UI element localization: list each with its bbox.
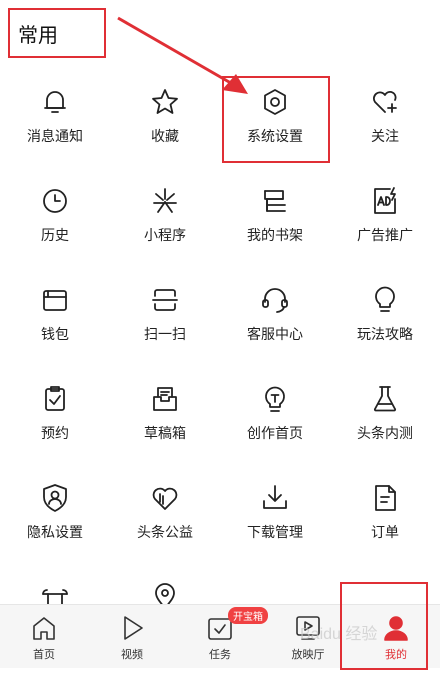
- grid-item-label: 头条公益: [137, 525, 193, 541]
- grid-item-notifications[interactable]: 消息通知: [0, 78, 110, 177]
- tab-label: 我的: [385, 648, 407, 661]
- grid-item-charity[interactable]: 头条公益: [110, 474, 220, 573]
- heart-plus-icon: [369, 86, 401, 118]
- grid-item-system-settings[interactable]: 系统设置: [220, 78, 330, 177]
- grid-item-label: 小程序: [144, 228, 186, 244]
- star-icon: [149, 86, 181, 118]
- ad-icon: [369, 185, 401, 217]
- grid-item-history[interactable]: 历史: [0, 177, 110, 276]
- grid-item-mini-programs[interactable]: 小程序: [110, 177, 220, 276]
- grid-item-label: 我的书架: [247, 228, 303, 244]
- document-icon: [369, 482, 401, 514]
- grid-item-label: 头条内测: [357, 426, 413, 442]
- clock-icon: [39, 185, 71, 217]
- section-header-box: 常用: [8, 8, 106, 58]
- location-pin-icon: [149, 580, 181, 604]
- grid-item-label: 隐私设置: [27, 525, 83, 541]
- grid-item-privacy-settings[interactable]: 隐私设置: [0, 474, 110, 573]
- tab-home[interactable]: 首页: [0, 605, 88, 668]
- tab-label: 视频: [121, 648, 143, 661]
- profile-icon: [381, 613, 411, 643]
- treasure-box-badge: 开宝箱: [228, 607, 268, 624]
- grid-item-gameplay-guide[interactable]: 玩法攻略: [330, 276, 440, 375]
- bulb-t-icon: [259, 383, 291, 415]
- grid-item-label: 关注: [371, 129, 399, 145]
- grid-item-label: 扫一扫: [144, 327, 186, 343]
- grid-item-download-manager[interactable]: 下载管理: [220, 474, 330, 573]
- grid-item-label: 客服中心: [247, 327, 303, 343]
- grid-item-label: 历史: [41, 228, 69, 244]
- grid-item-reservations[interactable]: 预约: [0, 375, 110, 474]
- section-title: 常用: [18, 22, 58, 47]
- bottom-tab-bar: 首页 视频 任务 开宝箱 放映厅 我的: [0, 604, 440, 668]
- bookshelf-icon: [259, 185, 291, 217]
- grid-item-label: 创作首页: [247, 426, 303, 442]
- mini-program-icon: [149, 185, 181, 217]
- bell-icon: [39, 86, 71, 118]
- grid-item-label: 钱包: [41, 327, 69, 343]
- tab-label: 首页: [33, 648, 55, 661]
- tab-theater[interactable]: 放映厅: [264, 605, 352, 668]
- tab-tasks[interactable]: 任务 开宝箱: [176, 605, 268, 668]
- scan-icon: [149, 284, 181, 316]
- drafts-icon: [149, 383, 181, 415]
- grid-item-wallet[interactable]: 钱包: [0, 276, 110, 375]
- theater-icon: [293, 613, 323, 643]
- partial-grid-row: [0, 576, 440, 604]
- tab-label: 任务: [209, 648, 231, 661]
- grid-item-orders[interactable]: 订单: [330, 474, 440, 573]
- gear-icon: [259, 86, 291, 118]
- wallet-icon: [39, 284, 71, 316]
- grid-item-label: 系统设置: [247, 129, 303, 145]
- shield-user-icon: [39, 482, 71, 514]
- home-icon: [29, 613, 59, 643]
- partial-item-icon: [39, 580, 71, 604]
- flask-icon: [369, 383, 401, 415]
- tab-profile[interactable]: 我的: [352, 605, 440, 668]
- grid-item-creator-home[interactable]: 创作首页: [220, 375, 330, 474]
- grid-item-bookshelf[interactable]: 我的书架: [220, 177, 330, 276]
- lightbulb-icon: [369, 284, 401, 316]
- grid-item-label: 广告推广: [357, 228, 413, 244]
- download-icon: [259, 482, 291, 514]
- grid-item-label: 订单: [371, 525, 399, 541]
- grid-item-label: 玩法攻略: [357, 327, 413, 343]
- grid-item-label: 下载管理: [247, 525, 303, 541]
- grid-item-label: 预约: [41, 426, 69, 442]
- grid-item-label: 草稿箱: [144, 426, 186, 442]
- grid-item-scan[interactable]: 扫一扫: [110, 276, 220, 375]
- grid-item-label: 消息通知: [27, 129, 83, 145]
- headset-icon: [259, 284, 291, 316]
- grid-item-favorites[interactable]: 收藏: [110, 78, 220, 177]
- grid-item-advertising[interactable]: 广告推广: [330, 177, 440, 276]
- tab-video[interactable]: 视频: [88, 605, 176, 668]
- grid-item-label: 收藏: [151, 129, 179, 145]
- shortcut-grid: 消息通知 收藏 系统设置 关注 历史 小程序 我的书架 广告推广 钱包 扫一扫 …: [0, 78, 440, 573]
- tab-label: 放映厅: [291, 648, 325, 661]
- clipboard-check-icon: [39, 383, 71, 415]
- play-icon: [117, 613, 147, 643]
- grid-item-follow[interactable]: 关注: [330, 78, 440, 177]
- charity-icon: [149, 482, 181, 514]
- grid-item-beta-test[interactable]: 头条内测: [330, 375, 440, 474]
- grid-item-drafts[interactable]: 草稿箱: [110, 375, 220, 474]
- grid-item-customer-service[interactable]: 客服中心: [220, 276, 330, 375]
